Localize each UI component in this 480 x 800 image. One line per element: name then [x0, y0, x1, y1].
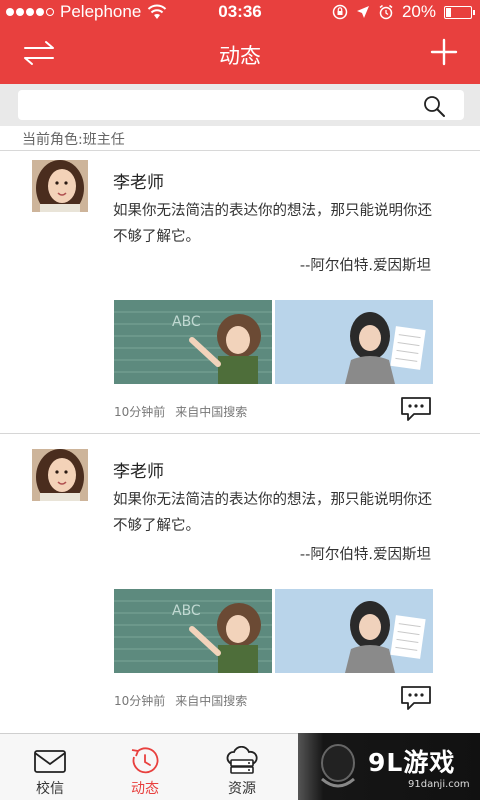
tab-feed[interactable]: 动态 — [95, 734, 195, 800]
page-title: 动态 — [219, 44, 261, 68]
svg-text:ABC: ABC — [172, 603, 201, 619]
rotation-lock-icon — [332, 4, 348, 20]
svg-text:ABC: ABC — [172, 314, 201, 330]
watermark-text: 9L游戏 — [368, 748, 456, 777]
post-meta: 10分钟前 来自中国搜索 — [114, 692, 247, 709]
alarm-icon — [379, 4, 393, 20]
current-role-label: 当前角色:班主任 — [22, 132, 125, 148]
search-icon[interactable] — [422, 94, 446, 118]
add-icon[interactable] — [430, 38, 458, 66]
divider — [0, 150, 480, 151]
avatar[interactable] — [32, 449, 88, 501]
avatar[interactable] — [32, 160, 88, 212]
post-source: 来自中国搜索 — [175, 694, 248, 708]
divider — [0, 433, 480, 434]
post-photo[interactable] — [275, 300, 433, 384]
tab-resources[interactable]: 资源 — [192, 734, 292, 800]
post-source: 来自中国搜索 — [175, 405, 248, 419]
watermark-logo-icon — [321, 744, 355, 788]
search-box — [18, 90, 464, 120]
watermark: 9L游戏 91danji.com — [298, 733, 480, 800]
search-input[interactable] — [18, 90, 408, 120]
status-bar: Pelephone 03:36 20% — [0, 0, 480, 24]
watermark-url: 91danji.com — [408, 779, 470, 790]
envelope-icon — [34, 750, 66, 773]
post-photo[interactable] — [275, 589, 433, 673]
comment-icon[interactable] — [400, 685, 432, 711]
tab-label: 校信 — [36, 781, 64, 797]
post-quote: --阿尔伯特.爱因斯坦 — [299, 547, 431, 563]
post-photo[interactable]: ABC — [114, 300, 272, 384]
post-author: 李老师 — [113, 462, 164, 482]
battery-percent: 20% — [401, 2, 436, 21]
battery-level — [446, 7, 451, 17]
battery-icon — [444, 5, 475, 19]
nav-bar: 动态 — [0, 24, 480, 84]
cloud-server-icon — [226, 746, 258, 774]
post-photo[interactable]: ABC — [114, 589, 272, 673]
post-author: 李老师 — [113, 173, 164, 193]
post-time: 10分钟前 — [114, 405, 166, 419]
clock-icon — [131, 747, 159, 774]
search-bar — [0, 84, 480, 126]
location-arrow-icon — [356, 6, 369, 18]
tab-label: 动态 — [131, 781, 159, 797]
post-meta: 10分钟前 来自中国搜索 — [114, 403, 247, 420]
tab-label: 资源 — [228, 781, 256, 797]
post-time: 10分钟前 — [114, 694, 166, 708]
post-text: 如果你无法简洁的表达你的想法，那只能说明你还不够了解它。 — [113, 203, 432, 245]
tab-mail[interactable]: 校信 — [0, 734, 100, 800]
post-quote: --阿尔伯特.爱因斯坦 — [299, 258, 431, 274]
comment-icon[interactable] — [400, 396, 432, 422]
post-text: 如果你无法简洁的表达你的想法，那只能说明你还不够了解它。 — [113, 492, 432, 534]
